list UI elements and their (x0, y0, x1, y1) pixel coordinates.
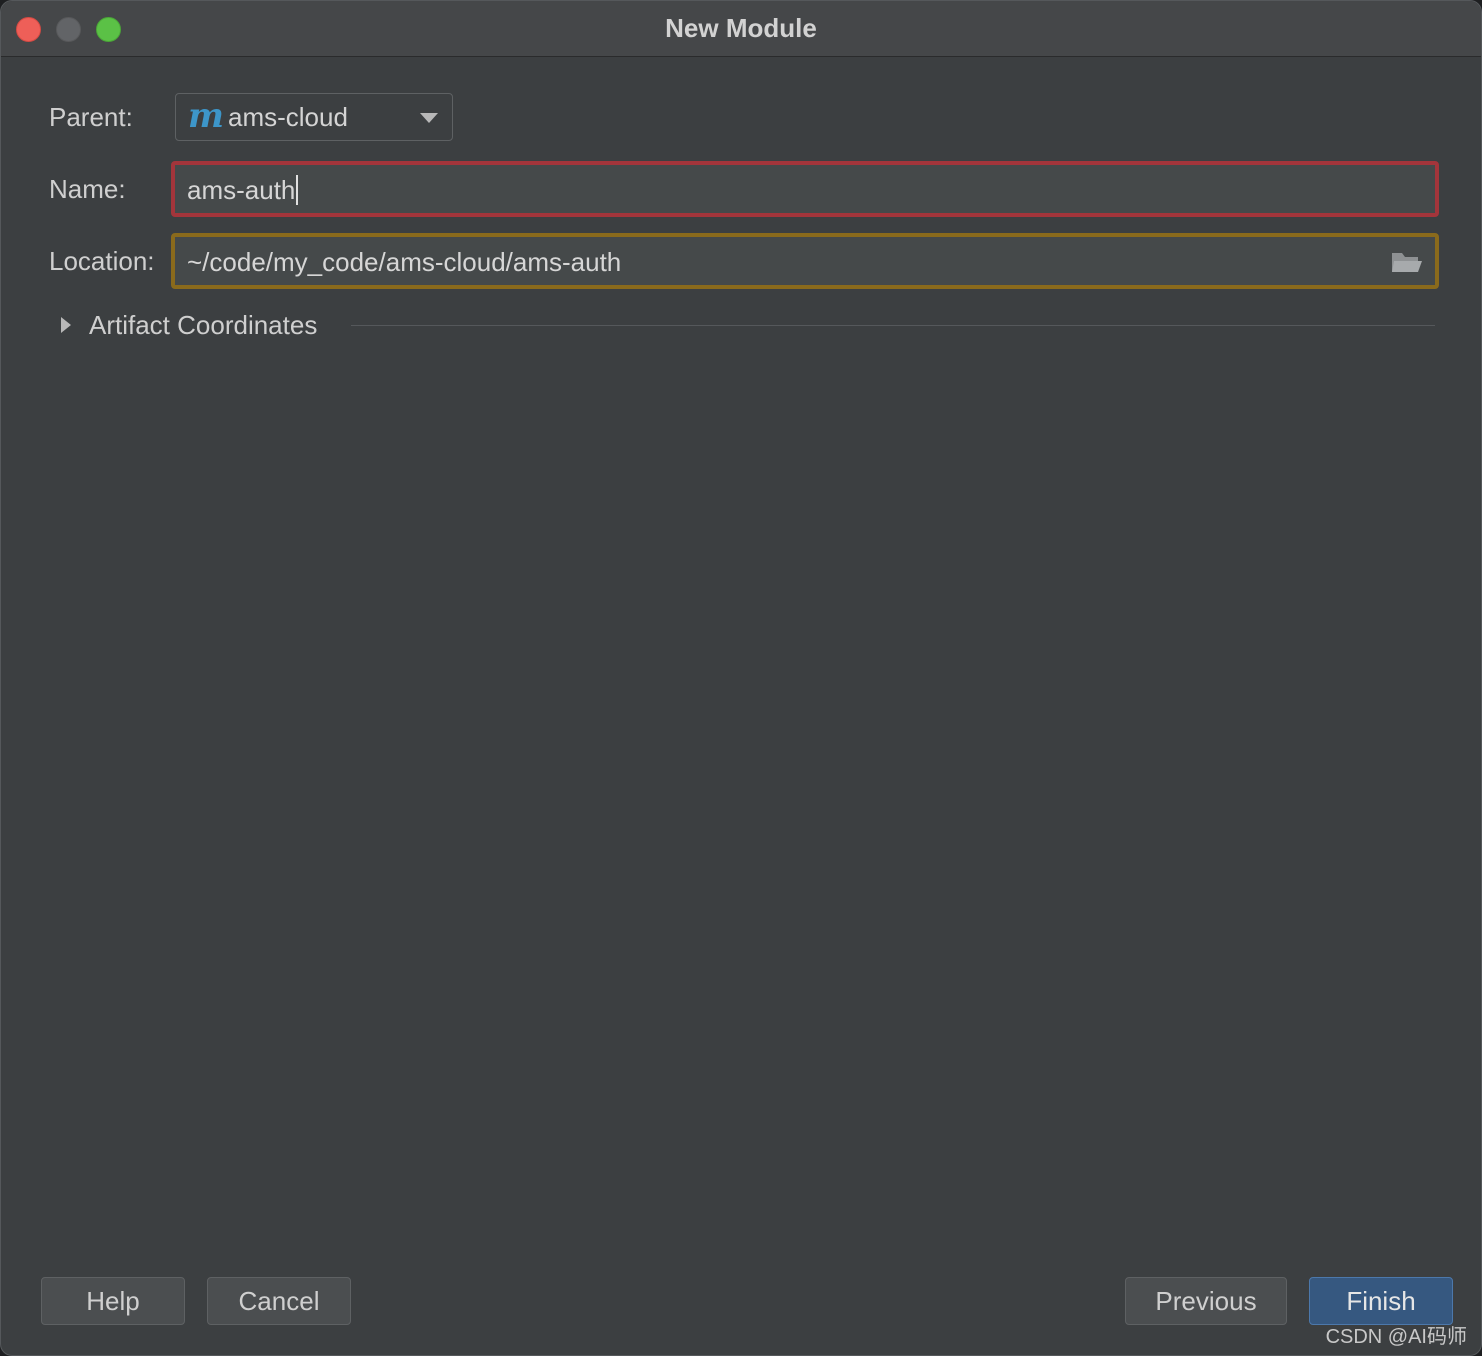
cancel-button[interactable]: Cancel (207, 1277, 351, 1325)
parent-label: Parent: (49, 102, 133, 132)
disclosure-triangle-icon[interactable] (61, 317, 71, 333)
help-button[interactable]: Help (41, 1277, 185, 1325)
parent-dropdown[interactable]: m ams-cloud (175, 93, 453, 141)
maven-m-icon: m (188, 96, 224, 136)
title-bar: New Module (1, 1, 1481, 57)
window-title: New Module (665, 13, 817, 43)
artifact-coordinates-section[interactable]: Artifact Coordinates (57, 309, 1437, 343)
folder-open-icon[interactable] (1391, 249, 1423, 275)
new-module-dialog: New Module Parent: m ams-cloud Name: ams… (0, 0, 1482, 1356)
name-field[interactable]: ams-auth (171, 161, 1439, 217)
parent-selected-value: ams-cloud (228, 102, 348, 132)
name-label: Name: (49, 174, 126, 204)
name-field-value: ams-auth (187, 175, 299, 206)
location-label: Location: (49, 246, 155, 276)
location-field-value: ~/code/my_code/ams-cloud/ams-auth (187, 247, 622, 277)
artifact-coordinates-label[interactable]: Artifact Coordinates (89, 310, 317, 341)
location-field[interactable]: ~/code/my_code/ams-cloud/ams-auth (171, 233, 1439, 289)
name-text: ams-auth (187, 175, 296, 205)
previous-button[interactable]: Previous (1125, 1277, 1287, 1325)
section-divider (351, 325, 1435, 326)
watermark: CSDN @AI码师 (1325, 1326, 1467, 1348)
text-caret (296, 175, 299, 205)
finish-button[interactable]: Finish (1309, 1277, 1453, 1325)
chevron-down-icon (420, 113, 438, 123)
